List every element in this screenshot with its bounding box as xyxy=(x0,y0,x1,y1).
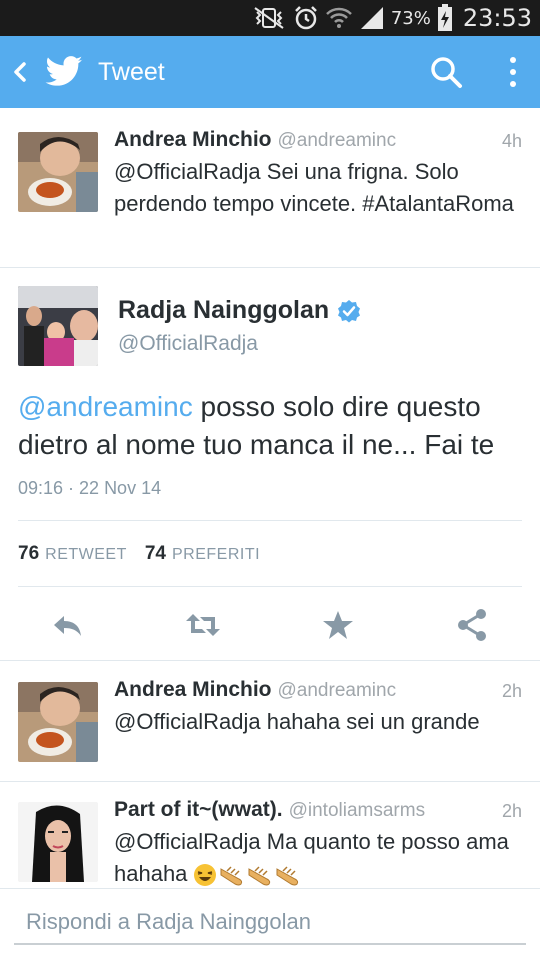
tweet-timestamp: 09:16 · 22 Nov 14 xyxy=(18,478,162,498)
share-icon[interactable] xyxy=(453,606,491,644)
wifi-icon xyxy=(325,7,352,28)
battery-percentage: 73% xyxy=(390,7,431,29)
tweet-time: 4h xyxy=(501,131,522,151)
status-bar: 73% 23:53 xyxy=(0,0,540,36)
alarm-icon xyxy=(294,6,317,30)
reply-bar xyxy=(0,888,540,960)
avatar[interactable] xyxy=(18,682,98,762)
retweet-count: 76 xyxy=(18,543,40,564)
author-handle: @andreaminc xyxy=(277,680,397,701)
author-handle: @andreaminc xyxy=(277,130,397,151)
favorite-label: PREFERITI xyxy=(172,546,261,563)
retweet-icon[interactable] xyxy=(184,606,222,644)
tweet-text: @OfficialRadja Ma quanto te posso ama ha… xyxy=(114,826,514,890)
divider xyxy=(0,781,540,782)
author-name: Andrea Minchio xyxy=(114,128,272,151)
back-icon[interactable] xyxy=(8,56,30,88)
clapping-hand-icon xyxy=(248,866,271,886)
author-handle[interactable]: @OfficialRadja xyxy=(118,332,258,356)
vibrate-mute-icon xyxy=(254,7,284,29)
author-name: Radja Nainggolan xyxy=(118,296,330,324)
tweet-time: 2h xyxy=(501,801,522,821)
divider xyxy=(18,520,522,521)
clapping-hand-icon xyxy=(276,866,299,886)
tweet-author[interactable]: Andrea Minchio @andreaminc xyxy=(114,128,396,152)
status-time: 23:53 xyxy=(462,4,532,32)
overflow-menu-icon[interactable] xyxy=(502,54,524,90)
divider xyxy=(18,586,522,587)
tweet-text: @OfficialRadja hahaha sei un grande xyxy=(114,709,480,734)
emoji-group xyxy=(193,863,301,887)
divider xyxy=(0,267,540,268)
signal-icon xyxy=(360,7,383,29)
tweet-author[interactable]: Part of it~(wwat). @intoliamsarms xyxy=(114,798,425,822)
tweet-text: @andreaminc posso solo dire questo dietr… xyxy=(18,388,526,464)
favorite-stat[interactable]: 74 PREFERITI xyxy=(145,543,260,565)
search-icon[interactable] xyxy=(428,54,464,90)
tweet-author[interactable]: Andrea Minchio @andreaminc xyxy=(114,678,396,702)
favorite-count: 74 xyxy=(144,543,166,564)
tweet-text: @OfficialRadja Sei una frigna. Solo perd… xyxy=(114,159,514,216)
author-handle: @intoliamsarms xyxy=(288,800,426,821)
avatar[interactable] xyxy=(18,286,98,366)
reply-icon[interactable] xyxy=(48,606,86,644)
divider xyxy=(0,660,540,661)
author-name: Andrea Minchio xyxy=(114,678,272,701)
reply-input[interactable] xyxy=(14,901,526,945)
laughing-emoji-icon xyxy=(194,864,217,887)
author-name: Part of it~(wwat). xyxy=(114,798,283,821)
tweet-body: @OfficialRadja Ma quanto te posso ama ha… xyxy=(114,829,509,886)
mention-link[interactable]: @andreaminc xyxy=(18,391,193,422)
tweet-stats: 76 RETWEET 74 PREFERITI xyxy=(18,543,260,565)
app-bar: Tweet xyxy=(0,36,540,108)
page-title: Tweet xyxy=(98,58,165,86)
battery-charging-icon xyxy=(437,4,452,31)
avatar[interactable] xyxy=(18,132,98,212)
clapping-hand-icon xyxy=(220,866,243,886)
twitter-bird-icon[interactable] xyxy=(44,52,84,92)
verified-badge-icon xyxy=(338,299,361,322)
retweet-stat[interactable]: 76 RETWEET xyxy=(18,543,127,565)
tweet-time: 2h xyxy=(501,681,522,701)
main-author-name-row[interactable]: Radja Nainggolan xyxy=(118,296,361,325)
avatar[interactable] xyxy=(18,802,98,882)
favorite-star-icon[interactable] xyxy=(319,606,357,644)
retweet-label: RETWEET xyxy=(45,546,127,563)
